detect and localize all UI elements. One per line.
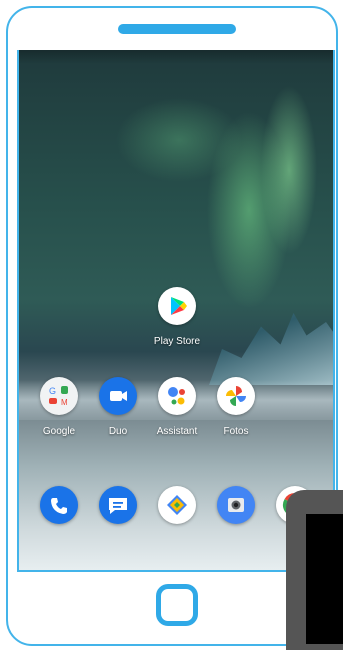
- photos-label: Fotos: [223, 426, 249, 437]
- speaker-slot: [118, 24, 236, 34]
- svg-text:M: M: [61, 398, 68, 407]
- dock-camera-app[interactable]: [217, 486, 255, 524]
- google-folder-icon: G M: [49, 386, 68, 407]
- wallpaper-ice-formation: [209, 313, 333, 385]
- dock-files-app[interactable]: [158, 486, 196, 524]
- google-folder-app[interactable]: G M: [40, 377, 78, 415]
- assistant-icon: [168, 387, 185, 405]
- overlay-panel-inner: [306, 514, 343, 644]
- home-button[interactable]: [156, 584, 198, 626]
- dock-phone-app[interactable]: [40, 486, 78, 524]
- svg-text:G: G: [49, 386, 56, 396]
- play-store-label: Play Store: [153, 336, 201, 347]
- duo-app[interactable]: [99, 377, 137, 415]
- assistant-app[interactable]: [158, 377, 196, 415]
- photos-pinwheel-icon: [226, 386, 246, 406]
- files-icon: [167, 495, 187, 515]
- home-screen: Play Store G M Google Duo Assistant Foto…: [17, 50, 335, 572]
- dock-messages-app[interactable]: [99, 486, 137, 524]
- camera-icon: [228, 498, 244, 512]
- play-store-app[interactable]: [158, 287, 196, 325]
- status-bar: [19, 50, 333, 64]
- duo-video-icon: [110, 391, 127, 401]
- photos-app[interactable]: [217, 377, 255, 415]
- play-store-icon: [171, 297, 187, 315]
- phone-icon: [51, 498, 67, 514]
- messages-icon: [109, 498, 127, 514]
